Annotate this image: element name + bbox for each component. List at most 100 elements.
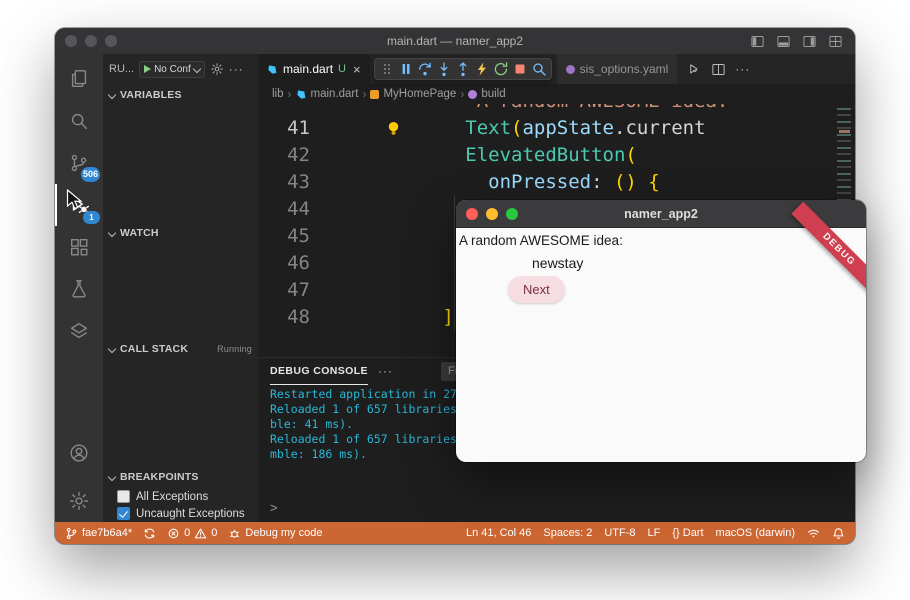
current-word-text: newstay xyxy=(532,255,583,271)
minimize-window-button[interactable] xyxy=(85,35,97,47)
account-icon xyxy=(68,442,90,464)
bell-icon xyxy=(832,527,845,540)
tab-label: main.dart xyxy=(283,62,333,76)
debug-toolbar xyxy=(374,58,552,80)
flask-icon xyxy=(68,278,90,300)
console-input-prompt[interactable]: > xyxy=(258,501,855,522)
toggle-sidebar-icon[interactable] xyxy=(750,34,765,49)
breadcrumb-myhomepage[interactable]: MyHomePage xyxy=(383,88,456,100)
activitybar-source-control[interactable]: 506 xyxy=(55,142,103,184)
step-into-icon[interactable] xyxy=(436,61,452,77)
chevron-down-icon xyxy=(108,473,116,481)
hot-reload-icon[interactable] xyxy=(474,61,490,77)
breadcrumb-lib[interactable]: lib xyxy=(272,88,284,100)
git-status-badge: U xyxy=(338,63,346,75)
debug-settings-gear-icon[interactable] xyxy=(210,62,224,76)
start-debug-icon[interactable] xyxy=(144,65,151,73)
error-icon xyxy=(167,527,180,540)
status-indentation[interactable]: Spaces: 2 xyxy=(543,527,592,539)
launch-config-dropdown[interactable]: No Conf xyxy=(139,61,205,78)
checkbox[interactable] xyxy=(117,507,130,520)
activitybar-layers[interactable] xyxy=(55,310,103,352)
breadcrumb-build[interactable]: build xyxy=(481,88,505,100)
code-line-43: 43 onPressed: () { xyxy=(258,169,855,196)
step-over-icon[interactable] xyxy=(417,61,433,77)
app-content: A random AWESOME idea: newstay Next DEBU… xyxy=(456,228,866,462)
bug-icon xyxy=(228,527,241,540)
status-sync[interactable] xyxy=(143,527,156,540)
activitybar-search[interactable] xyxy=(55,100,103,142)
tab-analysis-options[interactable]: sis_options.yaml xyxy=(556,54,678,84)
inspector-search-icon[interactable] xyxy=(531,61,547,77)
breadcrumb-separator: › xyxy=(460,87,464,101)
tab-debug-console[interactable]: DEBUG CONSOLE xyxy=(270,358,368,385)
stop-icon[interactable] xyxy=(512,61,528,77)
breakpoint-uncaught-exceptions[interactable]: Uncaught Exceptions xyxy=(103,505,258,522)
debug-config-label: Debug my code xyxy=(245,527,322,539)
call-stack-label: CALL STACK xyxy=(120,343,188,355)
tab-label: sis_options.yaml xyxy=(580,62,669,76)
layout-controls xyxy=(750,34,843,49)
status-eol[interactable]: LF xyxy=(648,527,661,539)
zoom-window-button[interactable] xyxy=(105,35,117,47)
idea-label: A random AWESOME idea: xyxy=(459,233,623,248)
more-panels-icon[interactable]: ··· xyxy=(378,365,393,377)
chevron-down-icon xyxy=(108,229,116,237)
breakpoint-all-exceptions[interactable]: All Exceptions xyxy=(103,488,258,505)
minimize-window-button[interactable] xyxy=(486,208,498,220)
app-window-controls xyxy=(466,208,518,220)
activitybar-settings[interactable] xyxy=(55,480,103,522)
status-branch[interactable]: fae7b6a4* xyxy=(65,527,132,540)
breakpoint-label: All Exceptions xyxy=(136,491,208,503)
section-breakpoints[interactable]: BREAKPOINTS xyxy=(103,466,258,488)
close-tab-icon[interactable]: × xyxy=(353,62,361,77)
status-line-col[interactable]: Ln 41, Col 46 xyxy=(466,527,531,539)
activitybar-account[interactable] xyxy=(55,432,103,480)
more-actions-icon[interactable]: ··· xyxy=(229,63,244,75)
vscode-titlebar[interactable]: main.dart — namer_app2 xyxy=(55,28,855,54)
close-window-button[interactable] xyxy=(466,208,478,220)
git-branch-icon xyxy=(65,527,78,540)
method-symbol-icon xyxy=(468,90,477,99)
more-actions-icon[interactable]: ··· xyxy=(735,63,750,75)
step-out-icon[interactable] xyxy=(455,61,471,77)
search-icon xyxy=(68,110,90,132)
breadcrumb-main-dart[interactable]: main.dart xyxy=(311,88,359,100)
status-notifications[interactable] xyxy=(832,527,845,540)
toggle-secondary-sidebar-icon[interactable] xyxy=(802,34,817,49)
call-stack-status: Running xyxy=(217,344,252,354)
zoom-window-button[interactable] xyxy=(506,208,518,220)
section-call-stack[interactable]: CALL STACK Running xyxy=(103,338,258,360)
status-remote[interactable] xyxy=(807,527,820,540)
run-file-icon[interactable] xyxy=(687,62,702,77)
activity-bar: 506 1 xyxy=(55,54,103,522)
close-window-button[interactable] xyxy=(65,35,77,47)
status-problems[interactable]: 0 0 xyxy=(167,527,217,540)
checkbox[interactable] xyxy=(117,490,130,503)
status-encoding[interactable]: UTF-8 xyxy=(604,527,635,539)
breadcrumb: lib › main.dart › MyHomePage › build xyxy=(258,84,855,104)
gear-icon xyxy=(68,490,90,512)
section-variables[interactable]: VARIABLES xyxy=(103,84,258,106)
dart-file-icon xyxy=(296,89,307,100)
tab-main-dart[interactable]: main.dart U × xyxy=(258,54,370,84)
status-debug-config[interactable]: Debug my code xyxy=(228,527,322,540)
toggle-panel-icon[interactable] xyxy=(776,34,791,49)
drag-grip-icon[interactable] xyxy=(379,61,395,77)
customize-layout-icon[interactable] xyxy=(828,34,843,49)
error-count: 0 xyxy=(184,527,190,539)
next-button[interactable]: Next xyxy=(508,276,565,303)
split-editor-icon[interactable] xyxy=(711,62,726,77)
section-watch[interactable]: WATCH xyxy=(103,222,258,244)
status-language[interactable]: {} Dart xyxy=(672,527,703,539)
pause-icon[interactable] xyxy=(398,61,414,77)
scm-changes-badge: 506 xyxy=(81,167,100,182)
branch-name: fae7b6a4* xyxy=(82,527,132,539)
activitybar-testing[interactable] xyxy=(55,268,103,310)
restart-icon[interactable] xyxy=(493,61,509,77)
lightbulb-icon[interactable] xyxy=(386,120,401,137)
activitybar-explorer[interactable] xyxy=(55,58,103,100)
watch-label: WATCH xyxy=(120,227,159,239)
status-platform[interactable]: macOS (darwin) xyxy=(716,527,795,539)
activitybar-extensions[interactable] xyxy=(55,226,103,268)
